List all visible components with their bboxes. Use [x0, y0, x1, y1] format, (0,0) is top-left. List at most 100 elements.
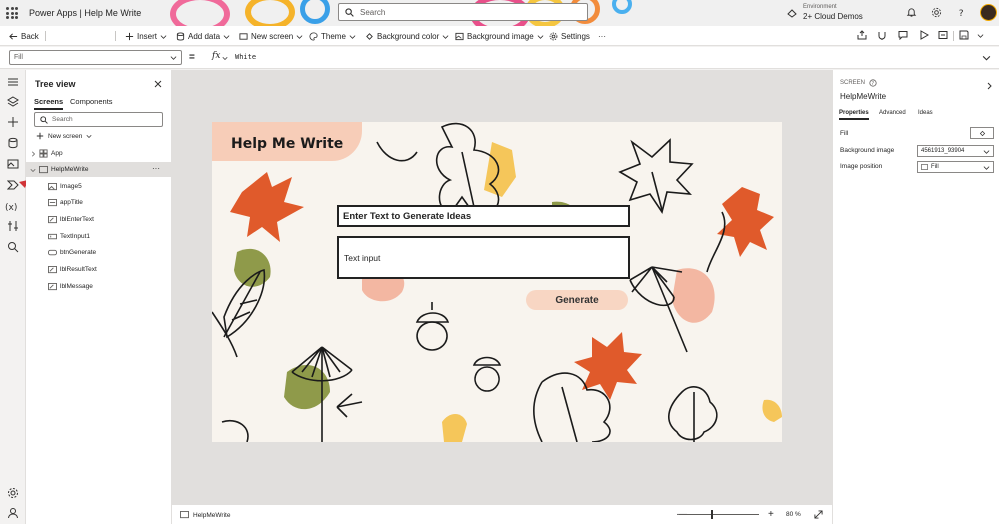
publish-icon[interactable]	[938, 30, 948, 40]
new-screen-icon	[239, 32, 248, 40]
variables-icon[interactable]: (x)	[5, 200, 19, 212]
add-data-button[interactable]: Add data	[176, 30, 230, 42]
fx-button[interactable]: fx	[212, 51, 220, 61]
global-search-input[interactable]: Search	[338, 3, 588, 21]
chevron-down-icon[interactable]	[222, 55, 228, 61]
settings-gear-icon[interactable]	[931, 7, 942, 18]
app-screen-canvas[interactable]: Help Me Write Enter Text to Generate Ide…	[212, 122, 782, 442]
chevron-right-icon[interactable]	[985, 82, 993, 90]
layers-icon[interactable]	[7, 96, 19, 108]
tree-item-image5[interactable]: Image5	[26, 179, 172, 194]
property-dropdown[interactable]: Fill	[9, 50, 182, 65]
zoom-slider-track[interactable]	[679, 514, 759, 515]
comments-icon[interactable]	[898, 30, 908, 40]
image-position-value: Fill	[931, 164, 939, 170]
chevron-down-icon	[86, 134, 92, 139]
hamburger-menu-icon[interactable]	[7, 76, 19, 88]
text-input-field[interactable]: Text input	[337, 236, 630, 279]
back-button[interactable]: Back	[9, 30, 39, 42]
account-icon[interactable]	[7, 507, 19, 519]
insert-plus-icon[interactable]	[7, 116, 19, 128]
tree-item-apptitle[interactable]: appTitle	[26, 195, 172, 210]
tab-screens[interactable]: Screens	[34, 97, 64, 110]
environment-name[interactable]: 2+ Cloud Demos	[803, 12, 863, 21]
notifications-bell-icon[interactable]	[906, 7, 917, 18]
app-icon	[39, 149, 48, 158]
help-circle-icon[interactable]: ?	[869, 79, 877, 87]
theme-button[interactable]: Theme	[309, 30, 356, 42]
decorative-rainbow	[245, 0, 295, 26]
user-avatar[interactable]	[980, 4, 997, 21]
screen-icon	[180, 511, 189, 519]
fill-label: Fill	[840, 130, 849, 137]
fill-color-picker[interactable]	[970, 127, 994, 139]
new-screen-button[interactable]: New screen	[36, 132, 92, 140]
tree-item-btngenerate[interactable]: btnGenerate	[26, 245, 172, 260]
background-image-dropdown[interactable]: 4561913_93904	[917, 145, 994, 157]
arrow-left-icon	[9, 32, 18, 40]
chevron-down-icon[interactable]	[977, 32, 984, 39]
enter-text-label[interactable]: Enter Text to Generate Ideas	[337, 205, 630, 227]
theme-label: Theme	[321, 31, 346, 41]
tree-item-textinput1[interactable]: TextInput1	[26, 229, 172, 244]
paint-bucket-icon	[366, 32, 373, 40]
app-title: Power Apps | Help Me Write	[29, 8, 142, 18]
image-position-label: Image position	[840, 163, 883, 170]
formula-input[interactable]: White	[235, 53, 256, 61]
tab-components[interactable]: Components	[70, 97, 113, 106]
chevron-down-icon	[983, 166, 990, 170]
settings-button[interactable]: Settings	[549, 30, 590, 42]
help-icon[interactable]: ?	[956, 7, 967, 18]
close-icon[interactable]	[154, 80, 162, 88]
tree-view-panel: Tree view Screens Components Search New …	[26, 70, 172, 524]
save-icon[interactable]	[959, 30, 969, 40]
current-screen-indicator[interactable]: HelpMeWrite	[180, 511, 230, 519]
tab-ideas[interactable]: Ideas	[918, 110, 933, 116]
tree-item-label: lblEnterText	[60, 216, 94, 223]
text-input-icon	[48, 233, 57, 239]
formula-bar: Fill = fx White	[0, 47, 999, 69]
chevron-down-icon	[160, 34, 167, 39]
more-options-button[interactable]: ···	[152, 164, 160, 173]
search-icon[interactable]	[7, 241, 19, 253]
new-screen-label: New screen	[251, 31, 294, 41]
background-color-button[interactable]: Background color	[365, 30, 449, 42]
tab-properties[interactable]: Properties	[839, 110, 869, 120]
chevron-down-icon	[170, 56, 177, 60]
add-data-label: Add data	[188, 31, 221, 41]
tree-item-app[interactable]: App	[26, 146, 172, 161]
media-icon[interactable]	[7, 158, 19, 170]
zoom-value: 80 %	[786, 511, 801, 518]
more-commands-button[interactable]: ···	[598, 30, 606, 42]
image-position-dropdown[interactable]: Fill	[917, 161, 994, 173]
app-launcher-icon[interactable]	[6, 7, 18, 19]
background-image-button[interactable]: Background image	[455, 30, 544, 42]
environment-icon[interactable]	[787, 8, 797, 18]
background-color-label: Background color	[377, 31, 440, 41]
label-icon	[48, 282, 57, 290]
tree-search-input[interactable]: Search	[34, 112, 163, 127]
app-checker-icon[interactable]	[877, 30, 887, 40]
tree-item-lblmessage[interactable]: lblMessage	[26, 279, 172, 294]
app-title-label[interactable]: Help Me Write	[231, 136, 343, 152]
chevron-down-icon	[983, 150, 990, 154]
generate-button[interactable]: Generate	[526, 290, 628, 310]
tree-item-lblentertext[interactable]: lblEnterText	[26, 212, 172, 227]
advanced-tools-icon[interactable]	[7, 220, 19, 232]
fit-to-window-icon[interactable]	[814, 510, 823, 519]
data-icon[interactable]	[7, 137, 19, 149]
new-screen-button[interactable]: New screen	[239, 30, 303, 42]
share-icon[interactable]	[857, 30, 867, 40]
zoom-slider-thumb[interactable]	[711, 510, 713, 519]
tree-item-lblresulttext[interactable]: lblResultText	[26, 262, 172, 277]
tab-advanced[interactable]: Advanced	[879, 110, 906, 116]
tree-item-helpmewrite[interactable]: HelpMeWrite ···	[26, 162, 172, 177]
settings-gear-icon[interactable]	[7, 487, 19, 499]
zoom-in-button[interactable]: +	[768, 509, 774, 520]
new-screen-label: New screen	[48, 132, 83, 140]
expand-formula-chevron-icon[interactable]	[982, 53, 991, 62]
search-placeholder: Search	[360, 7, 386, 17]
selected-kind: SCREEN ?	[840, 79, 877, 87]
preview-play-icon[interactable]	[919, 30, 929, 40]
insert-button[interactable]: Insert	[125, 30, 167, 42]
